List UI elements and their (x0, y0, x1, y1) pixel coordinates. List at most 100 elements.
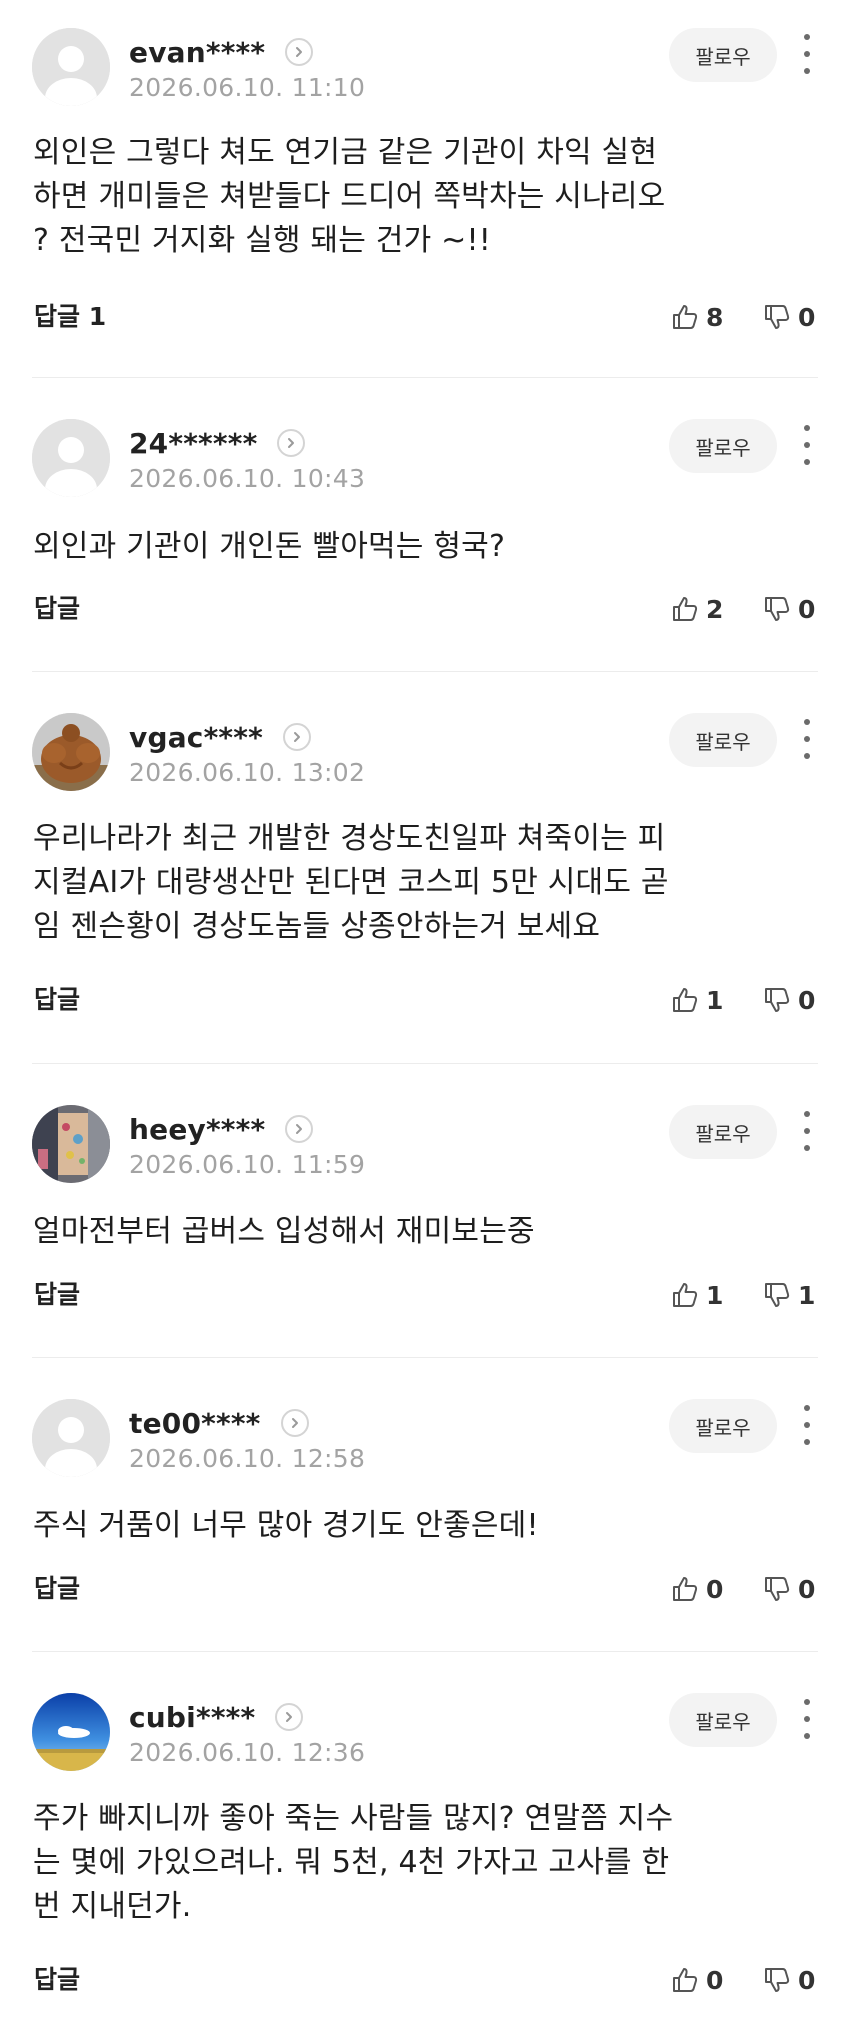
thumbs-down-icon (765, 305, 790, 329)
reply-label[interactable]: 답글 (34, 985, 80, 1014)
like-button[interactable]: 2 (670, 589, 723, 629)
reply-button[interactable]: 답글 (34, 1275, 80, 1315)
thumbs-down-icon (765, 1968, 790, 1992)
thumbs-down-icon (765, 988, 790, 1012)
reply-label[interactable]: 답글 (34, 1574, 80, 1603)
reply-count[interactable]: 1 (89, 302, 106, 331)
reply-button[interactable]: 답글 1 (34, 297, 106, 337)
thumbs-down-icon (765, 1577, 790, 1601)
follow-button[interactable]: 팔로우 (669, 419, 777, 473)
like-button[interactable]: 0 (670, 1960, 723, 2000)
follow-button[interactable]: 팔로우 (669, 713, 777, 767)
like-button[interactable]: 0 (670, 1569, 723, 1609)
comment-actions: 답글 0 0 (0, 1960, 850, 2000)
reply-button[interactable]: 답글 (34, 1569, 80, 1609)
dislike-button[interactable]: 0 (762, 297, 815, 337)
more-options-icon[interactable] (792, 423, 822, 467)
reply-button[interactable]: 답글 (34, 589, 80, 629)
comment-text-line: 외인과 기관이 개인돈 빨아먹는 형국? (33, 529, 506, 564)
divider (32, 1357, 818, 1358)
comment-text: 외인과 기관이 개인돈 빨아먹는 형국? (33, 525, 793, 569)
comment-text: 주가 빠지니까 좋아 죽는 사람들 많지? 연말쯤 지수 는 몇에 가있으려나.… (33, 1797, 793, 1929)
like-count[interactable]: 2 (706, 595, 723, 624)
dislike-button[interactable]: 1 (762, 1275, 815, 1315)
chevron-right-icon[interactable] (280, 1409, 309, 1437)
follow-button[interactable]: 팔로우 (669, 28, 777, 82)
like-count[interactable]: 0 (706, 1575, 723, 1604)
avatar-default[interactable] (32, 419, 110, 497)
comment-actions: 답글 0 0 (0, 1569, 850, 1609)
comment-actions: 답글 2 0 (0, 589, 850, 629)
username-text[interactable]: evan**** (129, 36, 265, 69)
reply-label[interactable]: 답글 (34, 1280, 80, 1309)
divider (32, 671, 818, 672)
reply-label[interactable]: 답글 (34, 302, 80, 331)
comment-text: 주식 거품이 너무 많아 경기도 안좋은데! (33, 1504, 793, 1548)
comment-text-line: 는 몇에 가있으려나. 뭐 5천, 4천 가자고 고사를 한 (33, 1845, 670, 1880)
chevron-right-icon[interactable] (282, 723, 311, 751)
username[interactable]: vgac**** (129, 717, 311, 757)
username-text[interactable]: te00**** (129, 1407, 261, 1440)
divider (32, 1063, 818, 1064)
chevron-right-icon[interactable] (277, 429, 306, 457)
username[interactable]: te00**** (129, 1403, 309, 1443)
comment-date: 2026.06.10. 11:59 (129, 1150, 366, 1179)
more-options-icon[interactable] (792, 1697, 822, 1741)
more-options-icon[interactable] (792, 1109, 822, 1153)
dislike-button[interactable]: 0 (762, 589, 815, 629)
comment-text: 외인은 그렇다 쳐도 연기금 같은 기관이 차익 실현 하면 개미들은 쳐받들다… (33, 131, 793, 263)
comment-date: 2026.06.10. 11:10 (129, 73, 366, 102)
comment-text-line: 외인은 그렇다 쳐도 연기금 같은 기관이 차익 실현 (33, 135, 658, 170)
avatar-photo[interactable] (32, 713, 110, 791)
avatar-photo[interactable] (32, 1693, 110, 1771)
username-text[interactable]: heey**** (129, 1113, 265, 1146)
reply-label[interactable]: 답글 (34, 1965, 80, 1994)
dislike-count[interactable]: 0 (798, 303, 815, 332)
comment-actions: 답글 1 1 (0, 1275, 850, 1315)
like-count[interactable]: 8 (706, 303, 723, 332)
like-count[interactable]: 1 (706, 1281, 723, 1310)
comment-actions: 답글 1 8 0 (0, 297, 850, 337)
dislike-button[interactable]: 0 (762, 1569, 815, 1609)
dislike-count[interactable]: 0 (798, 1966, 815, 1995)
reply-button[interactable]: 답글 (34, 1960, 80, 2000)
follow-button[interactable]: 팔로우 (669, 1693, 777, 1747)
dislike-button[interactable]: 0 (762, 980, 815, 1020)
thumbs-down-icon (765, 1283, 790, 1307)
username[interactable]: heey**** (129, 1109, 314, 1149)
username-text[interactable]: cubi**** (129, 1701, 255, 1734)
follow-button[interactable]: 팔로우 (669, 1105, 777, 1159)
more-options-icon[interactable] (792, 32, 822, 76)
follow-button[interactable]: 팔로우 (669, 1399, 777, 1453)
chevron-right-icon[interactable] (275, 1703, 304, 1731)
dislike-count[interactable]: 0 (798, 986, 815, 1015)
comment-text-line: 지컬AI가 대량생산만 된다면 코스피 5만 시대도 곧 (33, 865, 669, 900)
username[interactable]: cubi**** (129, 1697, 304, 1737)
username-text[interactable]: 24****** (129, 427, 257, 460)
more-options-icon[interactable] (792, 717, 822, 761)
username-text[interactable]: vgac**** (129, 721, 263, 754)
more-options-icon[interactable] (792, 1403, 822, 1447)
dislike-count[interactable]: 1 (798, 1281, 815, 1310)
like-button[interactable]: 8 (670, 297, 723, 337)
chevron-right-icon[interactable] (285, 1115, 314, 1143)
like-count[interactable]: 0 (706, 1966, 723, 1995)
like-count[interactable]: 1 (706, 986, 723, 1015)
avatar-photo[interactable] (32, 1105, 110, 1183)
avatar-default[interactable] (32, 1399, 110, 1477)
like-button[interactable]: 1 (670, 980, 723, 1020)
avatar-default[interactable] (32, 28, 110, 106)
thumbs-up-icon (673, 1577, 698, 1601)
comment-text-line: 하면 개미들은 쳐받들다 드디어 쪽박차는 시나리오 (33, 179, 666, 214)
reply-label[interactable]: 답글 (34, 594, 80, 623)
like-button[interactable]: 1 (670, 1275, 723, 1315)
username[interactable]: 24****** (129, 423, 306, 463)
comment-text-line: ? 전국민 거지화 실행 돼는 건가 ~!! (33, 223, 491, 258)
divider (32, 377, 818, 378)
chevron-right-icon[interactable] (285, 38, 314, 66)
dislike-button[interactable]: 0 (762, 1960, 815, 2000)
username[interactable]: evan**** (129, 32, 314, 72)
dislike-count[interactable]: 0 (798, 1575, 815, 1604)
dislike-count[interactable]: 0 (798, 595, 815, 624)
reply-button[interactable]: 답글 (34, 980, 80, 1020)
